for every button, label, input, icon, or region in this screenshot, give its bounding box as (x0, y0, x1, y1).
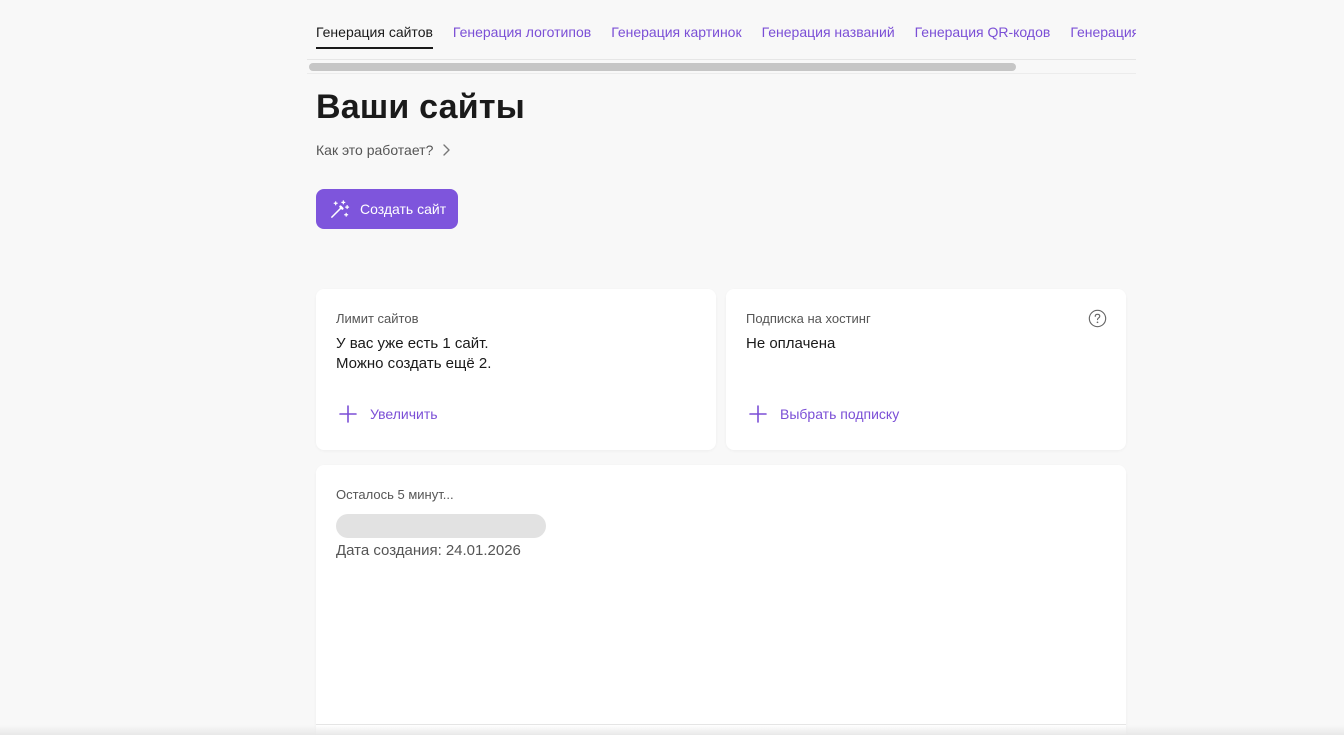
tab-logo-generation[interactable]: Генерация логотипов (453, 20, 591, 49)
how-it-works-label: Как это работает? (316, 142, 434, 158)
increase-limit-label: Увеличить (370, 406, 438, 422)
hosting-subscription-card: Подписка на хостинг Не оплачена Выбрать … (726, 289, 1126, 450)
choose-subscription-label: Выбрать подписку (780, 406, 900, 422)
tabs-bar: Генерация сайтов Генерация логотипов Ген… (307, 0, 1136, 74)
site-limit-value: У вас уже есть 1 сайт. Можно создать ещё… (336, 334, 491, 374)
plus-icon (339, 405, 357, 423)
page: Генерация сайтов Генерация логотипов Ген… (0, 0, 1344, 735)
help-circle-icon[interactable] (1088, 309, 1107, 328)
site-creation-date: Дата создания: 24.01.2026 (336, 542, 521, 559)
tab-name-generation[interactable]: Генерация названий (762, 20, 895, 49)
bottom-fade (0, 725, 1344, 735)
site-limit-line2: Можно создать ещё 2. (336, 355, 492, 372)
site-card[interactable]: Осталось 5 минут... Дата создания: 24.01.… (316, 465, 1126, 735)
site-limit-line1: У вас уже есть 1 сайт. (336, 335, 489, 352)
site-name-placeholder (336, 514, 546, 538)
chevron-right-icon (443, 144, 451, 156)
tab-qr-generation[interactable]: Генерация QR-кодов (915, 20, 1051, 49)
site-creation-date-label: Дата создания: (336, 542, 442, 559)
tab-more-generation[interactable]: Генерация (1070, 20, 1136, 49)
tabs-divider (307, 59, 1136, 60)
how-it-works-link[interactable]: Как это работает? (316, 142, 451, 158)
choose-subscription-button[interactable]: Выбрать подписку (748, 404, 899, 424)
tab-site-generation[interactable]: Генерация сайтов (316, 20, 433, 49)
hosting-subscription-label: Подписка на хостинг (746, 311, 871, 326)
create-site-button[interactable]: Создать сайт (316, 189, 458, 229)
site-limit-label: Лимит сайтов (336, 311, 419, 326)
hosting-subscription-value: Не оплачена (746, 335, 836, 352)
page-title: Ваши сайты (316, 88, 525, 126)
site-creation-date-value: 24.01.2026 (445, 542, 521, 559)
create-site-label: Создать сайт (360, 201, 447, 217)
site-limit-card: Лимит сайтов У вас уже есть 1 сайт. Можн… (316, 289, 716, 450)
header-divider (307, 73, 1136, 74)
tabs-scrollbar[interactable] (309, 63, 1016, 71)
site-status: Осталось 5 минут... (336, 487, 454, 502)
tabs: Генерация сайтов Генерация логотипов Ген… (316, 20, 1136, 49)
tab-image-generation[interactable]: Генерация картинок (611, 20, 741, 49)
magic-wand-icon (331, 199, 350, 218)
increase-limit-button[interactable]: Увеличить (338, 404, 438, 424)
plus-icon (749, 405, 767, 423)
